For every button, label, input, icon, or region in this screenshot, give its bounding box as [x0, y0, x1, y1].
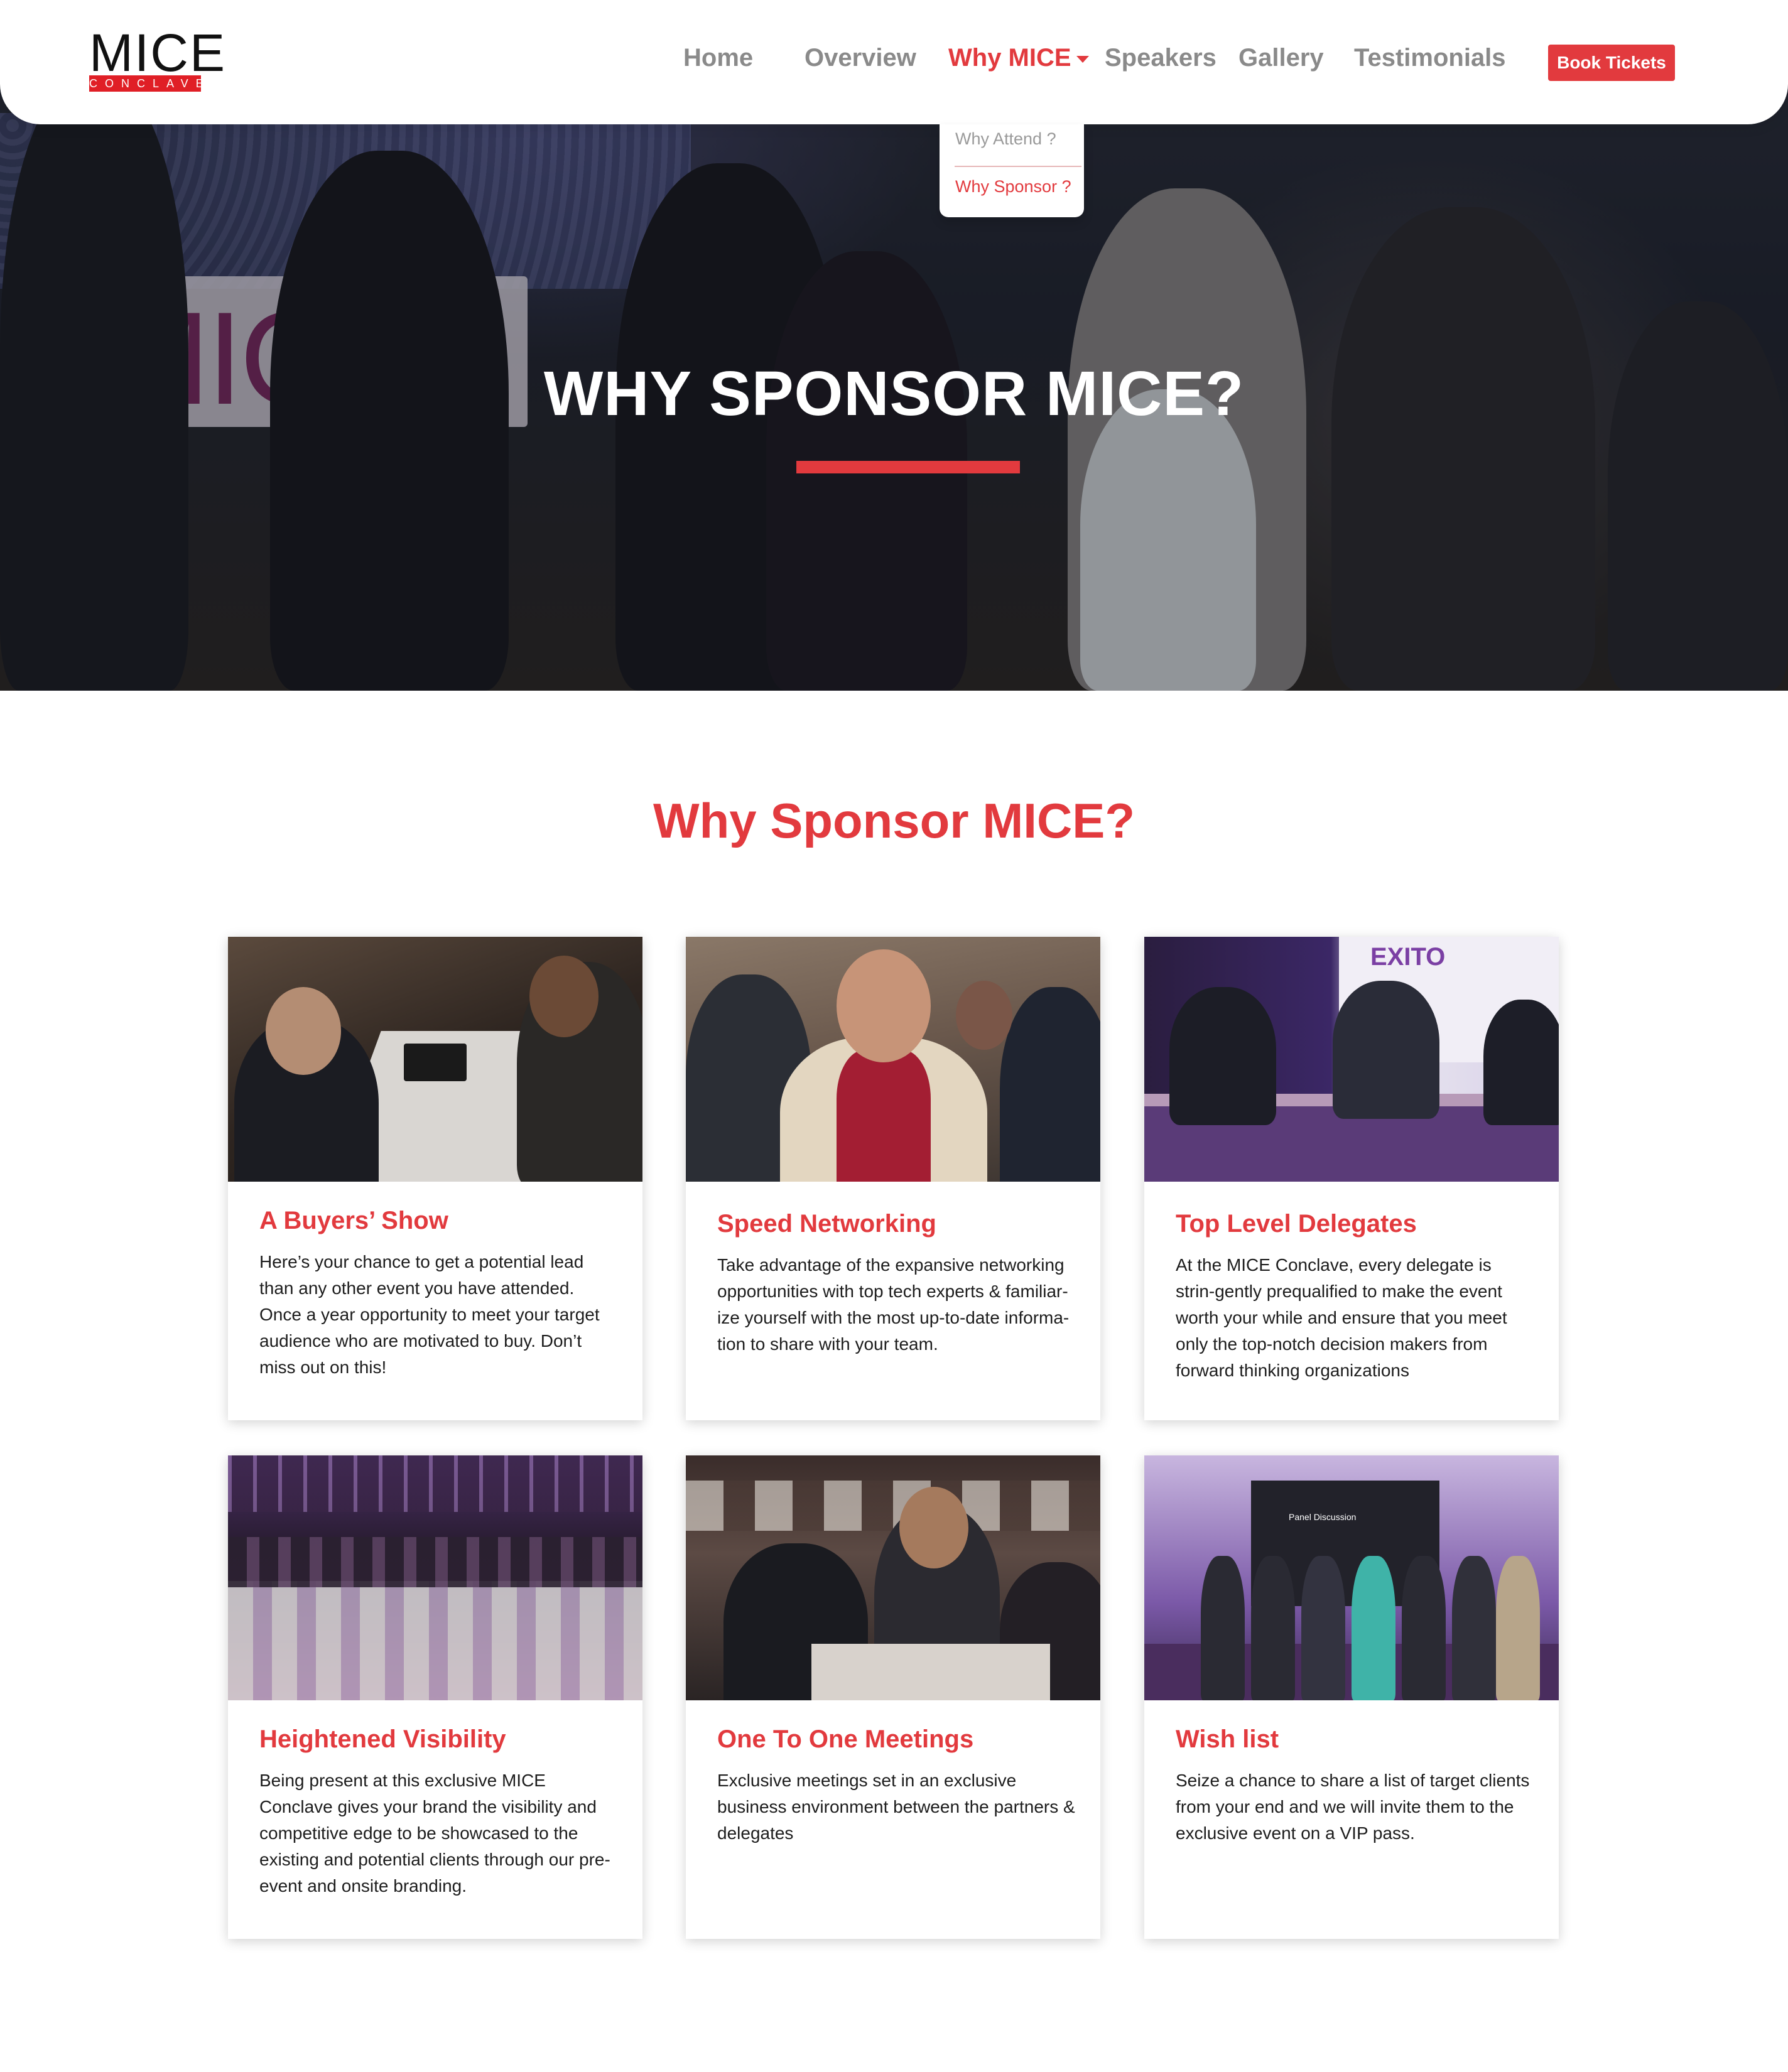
card-photo [228, 1455, 642, 1700]
logo-wordmark: MICE [89, 23, 226, 82]
logo-subtitle: CONCLAVE [89, 75, 203, 92]
feature-card: A Buyers’ Show Here’s your chance to get… [228, 937, 642, 1420]
book-tickets-button[interactable]: Book Tickets [1548, 45, 1675, 81]
card-title: Heightened Visibility [259, 1725, 506, 1753]
nav-why-mice-label: Why MICE [948, 44, 1071, 72]
nav-testimonials[interactable]: Testimonials [1354, 44, 1506, 72]
feature-card: Speed Networking Take advantage of the e… [686, 937, 1100, 1420]
nav-home[interactable]: Home [683, 44, 753, 72]
dropdown-why-attend[interactable]: Why Attend ? [955, 129, 1056, 149]
card-title: One To One Meetings [717, 1725, 974, 1753]
card-title: Top Level Delegates [1176, 1210, 1417, 1238]
nav-overview[interactable]: Overview [805, 44, 916, 72]
card-title: Speed Networking [717, 1210, 936, 1238]
card-photo: EXITO [1144, 937, 1559, 1182]
chevron-down-icon [1076, 55, 1089, 63]
feature-card: Panel Discussion Wish list Seize a chanc… [1144, 1455, 1559, 1939]
hero-person [1080, 389, 1256, 691]
site-header: MICE CONCLAVE Home Overview Why MICE Spe… [0, 0, 1788, 124]
card-photo-sign: EXITO [1370, 943, 1446, 971]
card-text: Take advantage of the expansive networki… [717, 1255, 1070, 1354]
nav-speakers[interactable]: Speakers [1105, 44, 1216, 72]
card-title: Wish list [1176, 1725, 1279, 1753]
hero-flower-backdrop [0, 113, 691, 289]
card-photo [228, 937, 642, 1182]
card-text: Here’s your chance to get a potential le… [259, 1252, 600, 1377]
card-title: A Buyers’ Show [259, 1207, 448, 1234]
nav-gallery[interactable]: Gallery [1238, 44, 1324, 72]
card-text: At the MICE Conclave, every delegate is … [1176, 1255, 1507, 1380]
dropdown-divider [955, 166, 1081, 167]
card-photo-sign: Panel Discussion [1289, 1512, 1357, 1522]
card-text: Seize a chance to share a list of target… [1176, 1771, 1530, 1843]
card-photo [686, 937, 1100, 1182]
why-mice-dropdown: Why Attend ? Why Sponsor ? [940, 124, 1084, 217]
card-text: Being present at this exclusive MICE Con… [259, 1771, 610, 1896]
nav-why-mice[interactable]: Why MICE [948, 44, 1089, 72]
dropdown-why-sponsor[interactable]: Why Sponsor ? [955, 177, 1071, 197]
feature-card: One To One Meetings Exclusive meetings s… [686, 1455, 1100, 1939]
hero-title: WHY SPONSOR MICE? [543, 359, 1245, 429]
hero-person [1331, 207, 1595, 691]
card-photo [686, 1455, 1100, 1700]
card-photo: Panel Discussion [1144, 1455, 1559, 1700]
section-title: Why Sponsor MICE? [653, 793, 1135, 848]
card-text: Exclusive meetings set in an exclusive b… [717, 1771, 1075, 1843]
hero-person [1068, 188, 1306, 691]
site-logo[interactable]: MICE CONCLAVE [89, 26, 225, 94]
feature-card: EXITO Top Level Delegates At the MICE Co… [1144, 937, 1559, 1420]
feature-card: Heightened Visibility Being present at t… [228, 1455, 642, 1939]
hero-title-underline [796, 461, 1020, 473]
